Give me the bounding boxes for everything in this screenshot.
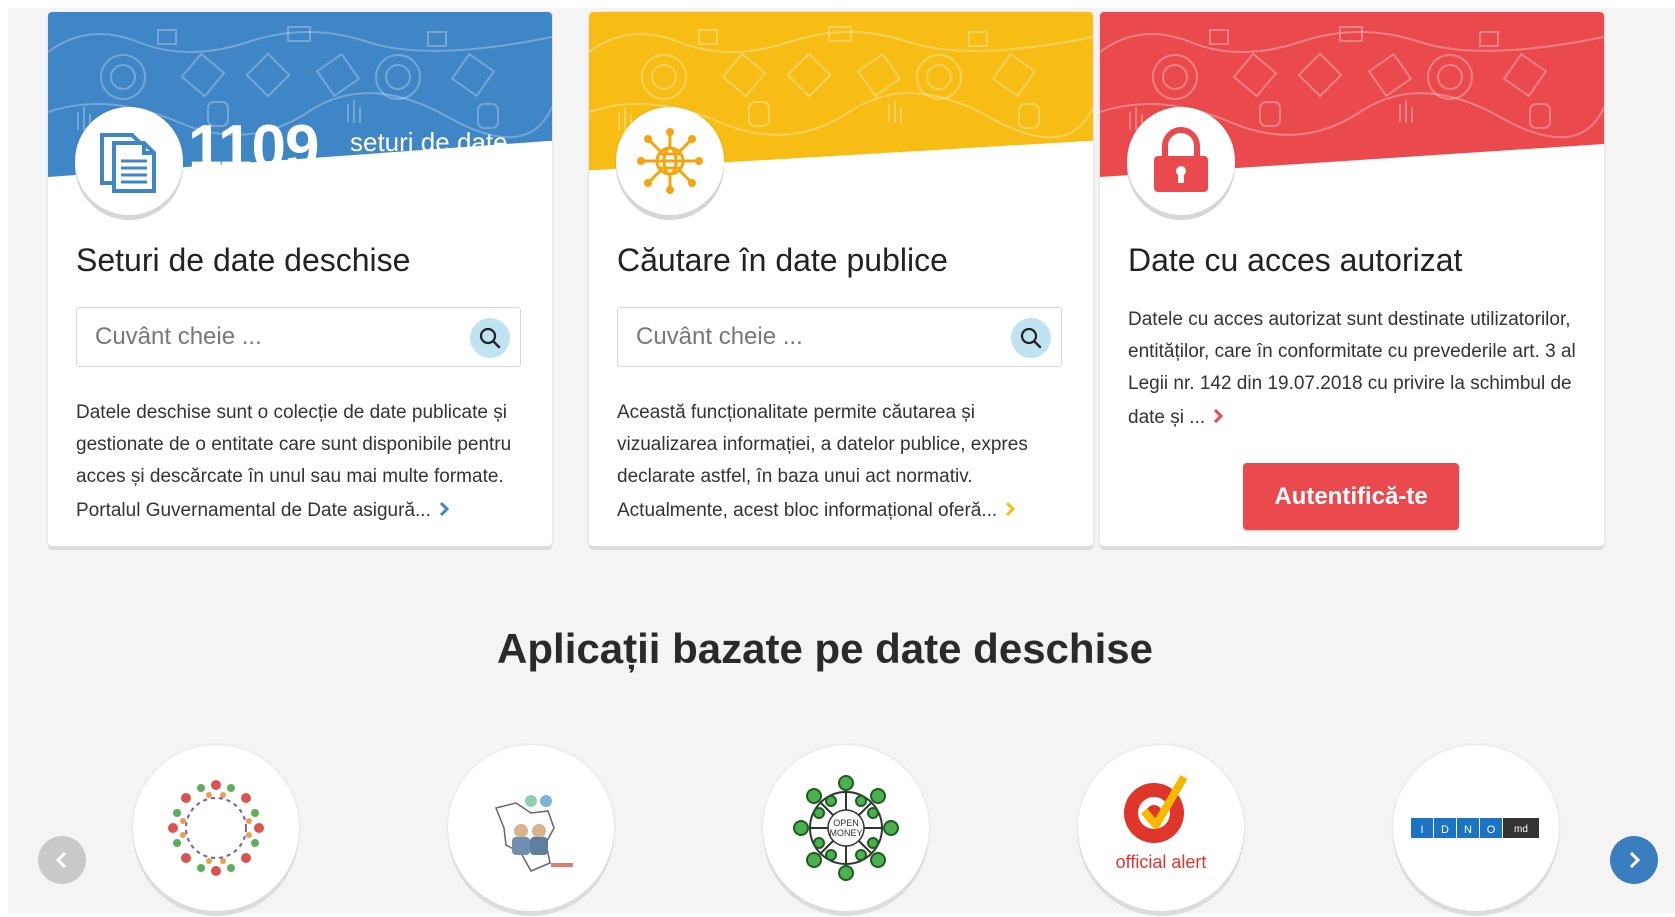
network-globe-icon-circle bbox=[616, 107, 724, 215]
app-moldova-map[interactable] bbox=[448, 745, 614, 911]
search-icon bbox=[1020, 327, 1042, 349]
official-alert-logo: official alert bbox=[1116, 774, 1207, 872]
app-people-circle[interactable] bbox=[133, 745, 299, 911]
carousel-next-button[interactable] bbox=[1610, 836, 1658, 884]
card-description: Datele deschise sunt o colecție de date … bbox=[76, 397, 528, 527]
svg-text:D: D bbox=[1441, 824, 1449, 836]
documents-icon-circle bbox=[75, 107, 183, 215]
svg-text:I: I bbox=[1420, 824, 1423, 836]
svg-text:OPEN: OPEN bbox=[833, 818, 859, 828]
read-more-link[interactable] bbox=[1005, 496, 1016, 521]
card-description: Datele cu acces autorizat sunt destinate… bbox=[1128, 304, 1580, 434]
app-official-alert[interactable]: official alert bbox=[1078, 745, 1244, 911]
chevron-right-icon bbox=[1629, 851, 1641, 869]
chevron-left-icon bbox=[55, 851, 67, 869]
card-title: Seturi de date deschise bbox=[76, 242, 411, 278]
search-input[interactable] bbox=[618, 308, 1024, 366]
card-title: Date cu acces autorizat bbox=[1128, 242, 1463, 278]
people-circle-logo bbox=[168, 780, 264, 876]
description-text: Această funcționalitate permite căutarea… bbox=[617, 402, 1028, 521]
app-open-money[interactable]: OPEN MONEY bbox=[763, 745, 929, 911]
lock-icon-circle bbox=[1127, 107, 1235, 215]
svg-text:md: md bbox=[1514, 824, 1528, 835]
network-globe-icon bbox=[637, 128, 703, 194]
description-text: Datele cu acces autorizat sunt destinate… bbox=[1128, 309, 1576, 428]
lock-icon bbox=[1154, 127, 1208, 192]
chevron-right-icon bbox=[1006, 501, 1016, 517]
login-button[interactable]: Autentifică-te bbox=[1243, 463, 1459, 530]
svg-text:official alert: official alert bbox=[1116, 852, 1207, 872]
moldova-map-logo bbox=[494, 795, 573, 872]
card-open-datasets: 1109 seturi de date 8927 resurse Seturi … bbox=[48, 12, 552, 546]
read-more-link[interactable] bbox=[1213, 403, 1224, 428]
svg-text:N: N bbox=[1464, 824, 1472, 836]
svg-text:O: O bbox=[1487, 824, 1496, 836]
search-button[interactable] bbox=[1011, 318, 1051, 358]
svg-text:MONEY: MONEY bbox=[829, 828, 862, 838]
card-authorized-data: Date cu acces autorizat Datele cu acces … bbox=[1100, 12, 1604, 546]
resource-count-label: 8927 resurse bbox=[358, 153, 493, 167]
card-description: Această funcționalitate permite căutarea… bbox=[617, 397, 1069, 527]
read-more-link[interactable] bbox=[439, 496, 449, 521]
card-title: Căutare în date publice bbox=[617, 242, 948, 278]
chevron-right-icon bbox=[439, 501, 449, 517]
card-public-data-search: Căutare în date publice Această funcțion… bbox=[589, 12, 1093, 546]
search-box bbox=[617, 307, 1062, 367]
dataset-count: 1109 bbox=[188, 113, 320, 182]
chevron-right-icon bbox=[1214, 408, 1224, 424]
documents-icon bbox=[100, 133, 156, 193]
search-icon bbox=[479, 327, 501, 349]
search-button[interactable] bbox=[470, 318, 510, 358]
section-title: Aplicații bazate pe date deschise bbox=[497, 625, 1153, 672]
idno-logo: I D N O md bbox=[1411, 818, 1539, 838]
search-box bbox=[76, 307, 521, 367]
carousel-prev-button[interactable] bbox=[38, 836, 86, 884]
search-input[interactable] bbox=[77, 308, 483, 366]
open-money-logo: OPEN MONEY bbox=[793, 775, 899, 881]
app-idno[interactable]: I D N O md bbox=[1393, 745, 1559, 911]
